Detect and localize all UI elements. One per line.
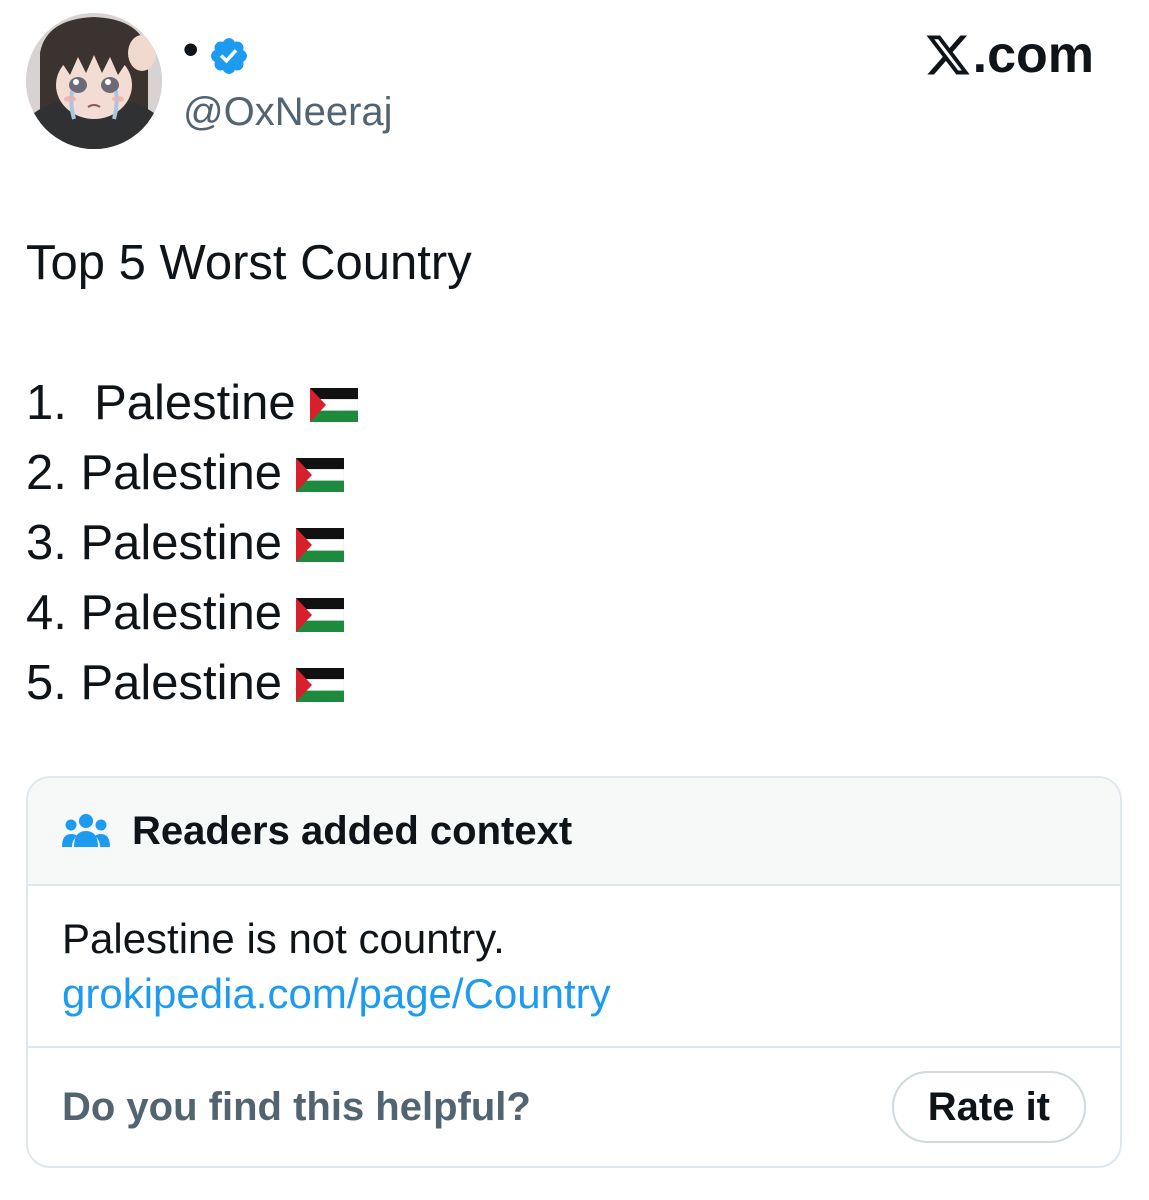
avatar[interactable] [26,13,162,149]
palestine-flag-icon [296,528,345,562]
display-name-row[interactable]: • [183,28,250,84]
verified-badge-icon [211,38,248,74]
note-text: Palestine is not country. [62,915,505,962]
x-logo-icon [926,35,970,75]
rate-it-button[interactable]: Rate it [891,1071,1086,1143]
note-source-link[interactable]: grokipedia.com/page/Country [62,966,611,1022]
list-item-text: 1. Palestine [26,376,296,430]
helpful-question: Do you find this helpful? [62,1084,531,1129]
tweet-text: Top 5 Worst Country 1. Palestine 2. Pale… [26,228,472,767]
note-footer: Do you find this helpful? Rate it [28,1048,1120,1166]
palestine-flag-icon [296,598,345,632]
note-title: Readers added context [132,808,573,853]
note-body: Palestine is not country. grokipedia.com… [28,886,1120,1048]
note-header: Readers added context [28,778,1120,886]
list-item-text: 5. Palestine [26,656,283,710]
x-com-logo: .com [924,27,1094,83]
palestine-flag-icon [296,668,345,702]
community-note: Readers added context Palestine is not c… [26,776,1122,1168]
brand-label: .com [972,26,1094,84]
list-item: 4. Palestine [26,578,472,648]
list-item: 2. Palestine [26,438,472,508]
list-item-text: 3. Palestine [26,516,283,570]
tweet-list: 1. Palestine 2. Palestine 3. Palestine 4… [26,368,472,718]
list-item: 3. Palestine [26,508,472,578]
display-name[interactable]: • [183,28,198,72]
list-item-text: 4. Palestine [26,586,283,640]
tweet-title: Top 5 Worst Country [26,236,472,290]
list-item: 1. Palestine [26,368,472,438]
anime-girl-crying-avatar-icon [26,13,162,149]
palestine-flag-icon [296,458,345,492]
list-item-text: 2. Palestine [26,446,283,500]
tweet-screenshot: • @OxNeeraj .com Top 5 Worst Country 1. … [0,0,1149,1200]
author-handle[interactable]: @OxNeeraj [183,88,393,136]
list-item: 5. Palestine [26,648,472,718]
palestine-flag-icon [309,388,358,422]
people-icon [62,814,110,847]
